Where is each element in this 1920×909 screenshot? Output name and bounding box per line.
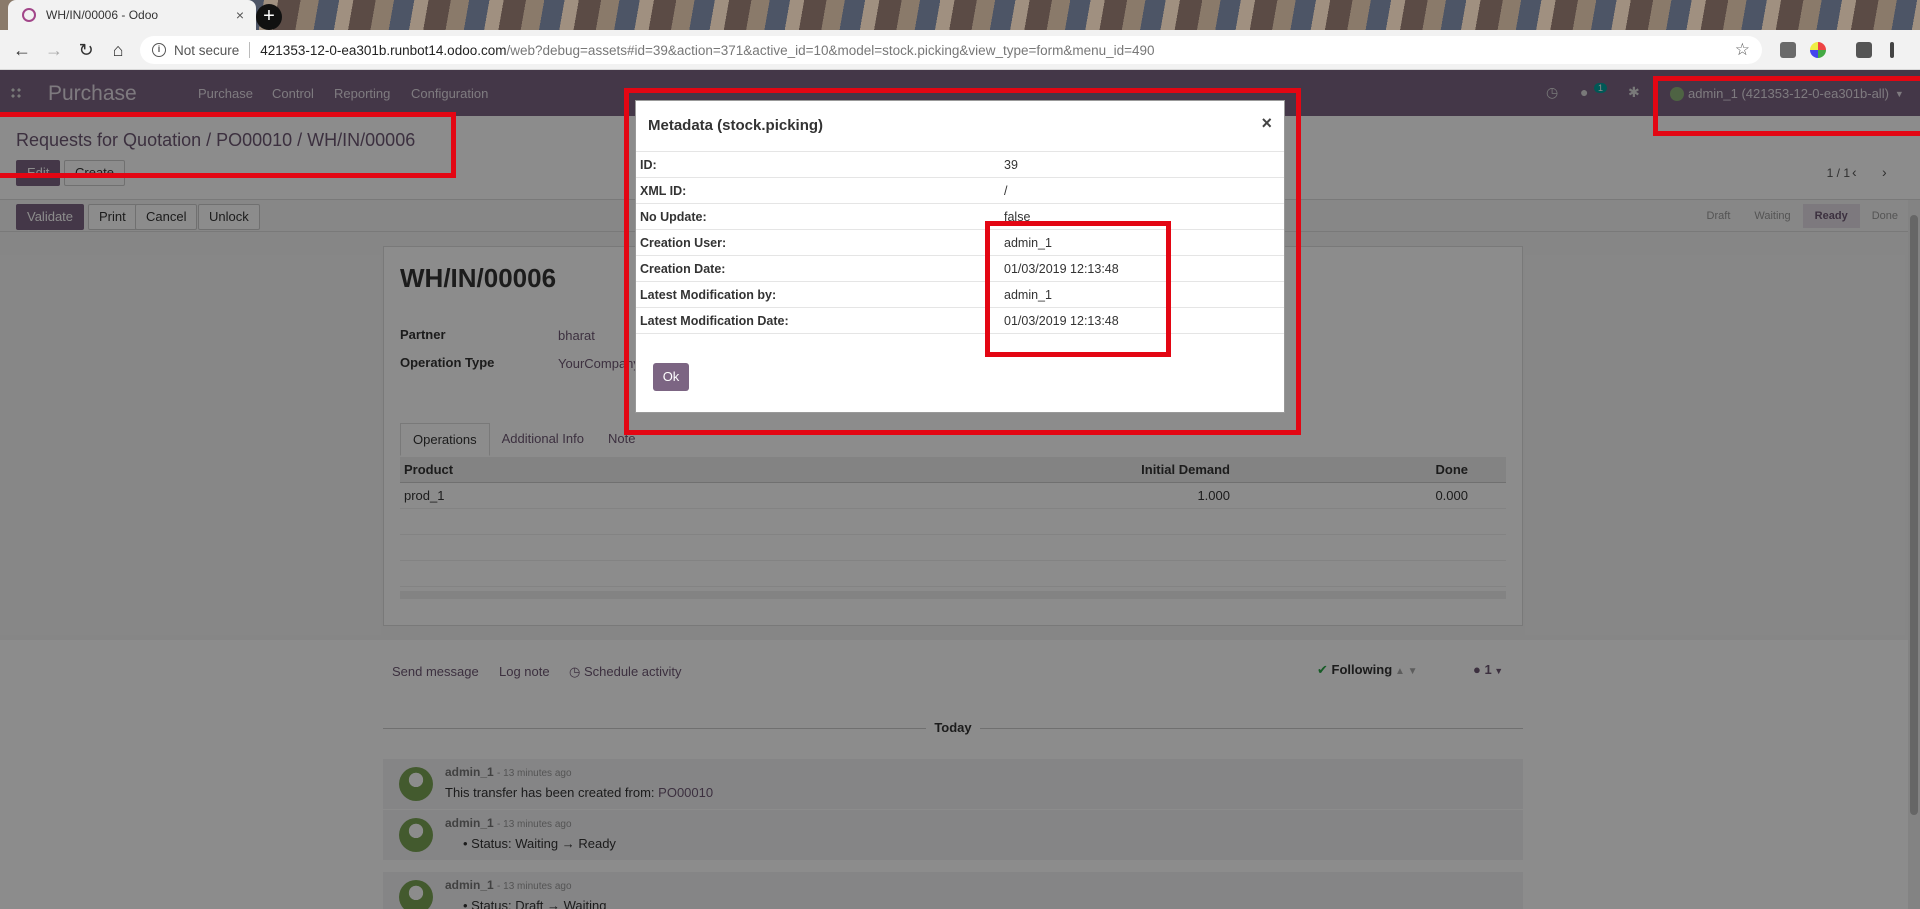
browser-tab-bar: WH/IN/00006 - Odoo × + bbox=[0, 0, 1920, 30]
odoo-favicon-icon bbox=[22, 8, 36, 22]
annotation-box-user-menu bbox=[1653, 76, 1920, 136]
forward-arrow-icon[interactable]: → bbox=[42, 38, 66, 62]
annotation-box-metadata-values bbox=[985, 221, 1171, 357]
annotation-box-breadcrumb bbox=[0, 112, 456, 178]
url-path: /web?debug=assets#id=39&action=371&activ… bbox=[506, 42, 1155, 58]
browser-menu-icon[interactable] bbox=[1890, 42, 1894, 58]
reload-icon[interactable]: ↻ bbox=[74, 38, 98, 62]
browser-tab[interactable]: WH/IN/00006 - Odoo × bbox=[8, 0, 256, 30]
url-host: 421353-12-0-ea301b.runbot14.odoo.com bbox=[260, 42, 507, 58]
bookmark-star-icon[interactable]: ☆ bbox=[1735, 40, 1750, 60]
close-tab-icon[interactable]: × bbox=[236, 7, 244, 23]
not-secure-label: Not secure bbox=[174, 42, 240, 58]
omnibox-separator bbox=[249, 42, 251, 58]
info-icon[interactable]: i bbox=[152, 43, 166, 57]
browser-toolbar: ← → ↻ ⌂ i Not secure 421353-12-0-ea301b.… bbox=[0, 30, 1920, 70]
color-extension-icon[interactable] bbox=[1810, 42, 1826, 58]
home-icon[interactable]: ⌂ bbox=[106, 38, 130, 62]
tab-title: WH/IN/00006 - Odoo bbox=[46, 8, 159, 22]
extension-icon[interactable] bbox=[1780, 42, 1796, 58]
new-tab-button[interactable]: + bbox=[256, 4, 282, 30]
annotation-box-dialog bbox=[624, 88, 1301, 435]
address-bar[interactable]: i Not secure 421353-12-0-ea301b.runbot14… bbox=[140, 36, 1762, 64]
extension-icon[interactable] bbox=[1856, 42, 1872, 58]
back-arrow-icon[interactable]: ← bbox=[10, 38, 34, 62]
